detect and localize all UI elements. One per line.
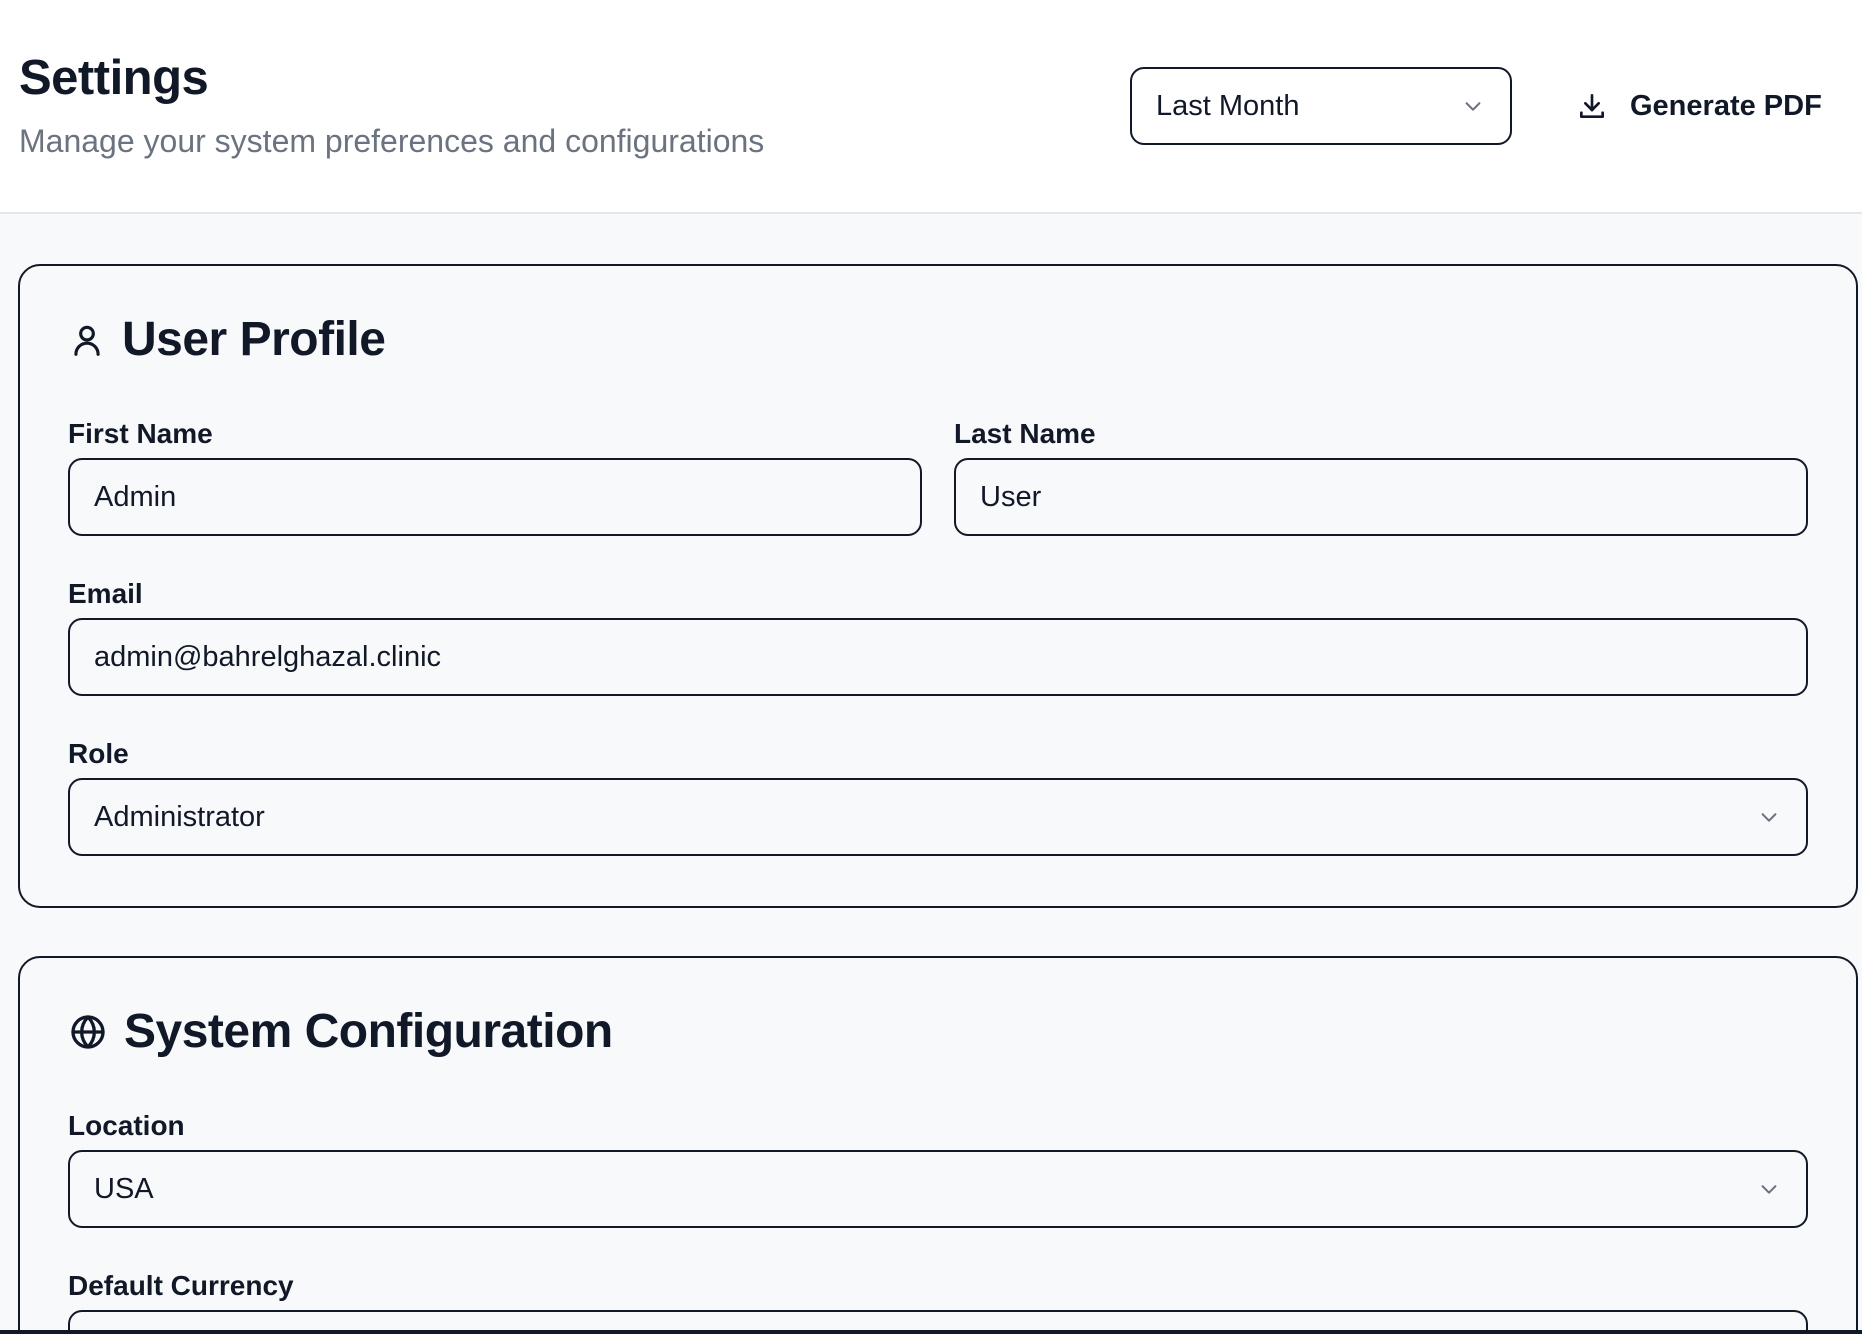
window-bottom-edge [0,1330,1862,1334]
system-configuration-card: System Configuration Location USA Defaul… [18,956,1858,1334]
location-label: Location [68,1110,185,1141]
first-name-value: Admin [94,480,177,513]
email-label: Email [68,578,143,609]
email-value: admin@bahrelghazal.clinic [94,640,442,673]
system-configuration-header: System Configuration [68,1004,613,1059]
settings-page: Settings Manage your system preferences … [0,0,1862,1334]
default-currency-label: Default Currency [68,1270,294,1301]
last-name-value: User [980,480,1042,513]
location-value: USA [94,1172,154,1205]
last-name-input[interactable]: User [954,458,1808,536]
role-label: Role [68,738,129,769]
generate-pdf-button[interactable]: Generate PDF [1560,67,1862,145]
page-header: Settings Manage your system preferences … [0,0,1862,214]
period-select-value: Last Month [1156,89,1300,122]
first-name-label: First Name [68,418,213,449]
period-select[interactable]: Last Month [1130,67,1512,145]
chevron-down-icon [1756,1176,1782,1202]
page-subtitle: Manage your system preferences and confi… [19,123,765,159]
last-name-label: Last Name [954,418,1096,449]
generate-pdf-label: Generate PDF [1630,89,1822,122]
globe-icon [68,1012,108,1052]
location-select[interactable]: USA [68,1150,1808,1228]
user-profile-card: User Profile First Name Admin Last Name … [18,264,1858,908]
role-value: Administrator [94,800,265,833]
first-name-input[interactable]: Admin [68,458,922,536]
user-profile-header: User Profile [68,312,386,367]
role-select[interactable]: Administrator [68,778,1808,856]
download-icon [1576,90,1608,122]
user-profile-title: User Profile [122,313,386,366]
chevron-down-icon [1756,804,1782,830]
email-input[interactable]: admin@bahrelghazal.clinic [68,618,1808,696]
page-title: Settings [19,51,209,105]
user-icon [68,321,106,359]
chevron-down-icon [1460,93,1486,119]
system-configuration-title: System Configuration [124,1005,613,1058]
